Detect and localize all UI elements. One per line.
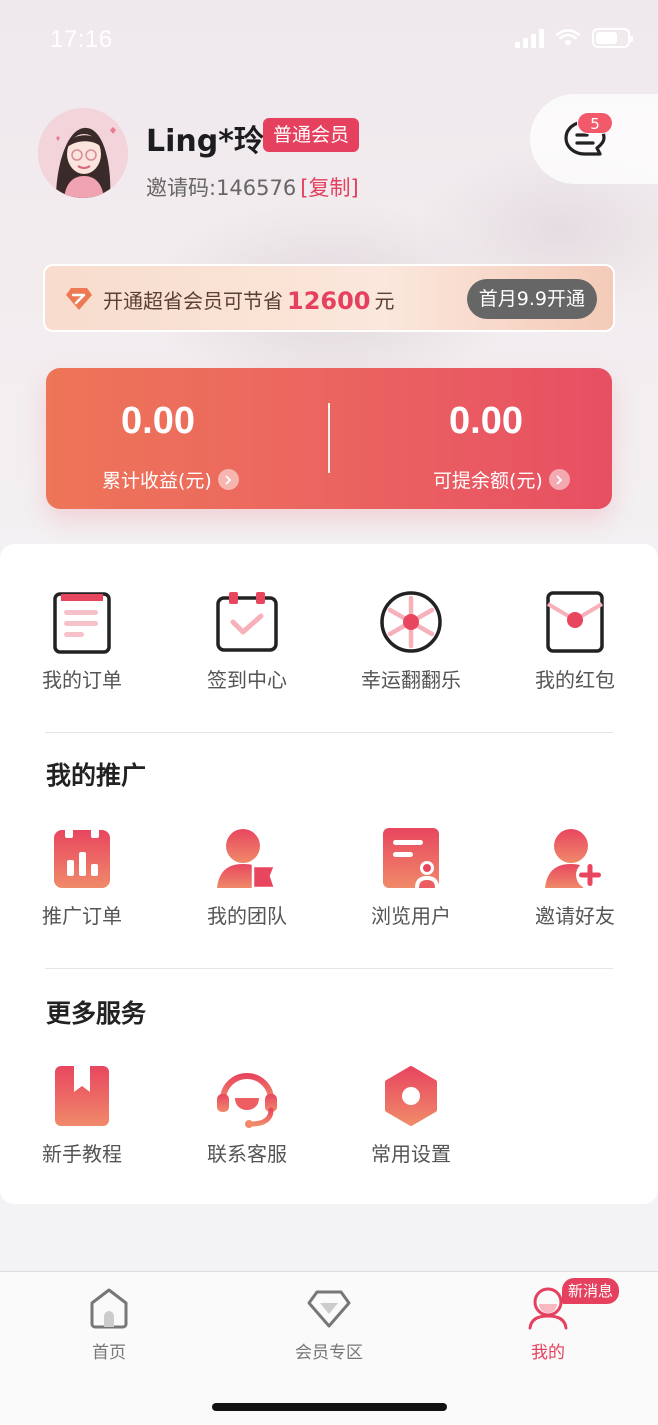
team-icon: [217, 829, 277, 890]
tab-home[interactable]: 首页: [44, 1286, 174, 1363]
promo-order-icon: [54, 826, 110, 888]
withdrawable-label-row[interactable]: 可提余额(元): [433, 466, 570, 493]
section-divider: [45, 732, 613, 733]
tutorial-book-icon: [55, 1066, 109, 1126]
withdrawable-label: 可提余额(元): [433, 470, 543, 492]
home-icon: [90, 1288, 128, 1329]
status-time: 17:16: [50, 26, 113, 53]
promotion-orders[interactable]: 推广订单: [7, 826, 157, 929]
tab-label: 我的: [531, 1343, 565, 1363]
service-item-label: 联系客服: [207, 1142, 287, 1166]
copy-invite-code-button[interactable]: [复制]: [300, 176, 358, 200]
earnings-card: 0.00 累计收益(元) 0.00 可提余额(元): [46, 368, 612, 509]
promotion-item-label: 邀请好友: [535, 904, 615, 928]
vip-upgrade-banner[interactable]: 开通超省会员可节省 12600 元 首月9.9开通: [43, 264, 615, 332]
red-envelope-icon: [546, 591, 604, 653]
tab-label: 首页: [92, 1343, 126, 1363]
quick-action-check-in[interactable]: 签到中心: [172, 590, 322, 693]
browse-user-icon: [383, 828, 439, 888]
invite-code-row: 邀请码:146576 [复制]: [146, 172, 359, 202]
total-earnings-label-row[interactable]: 累计收益(元): [102, 466, 239, 493]
calendar-check-icon: [216, 592, 278, 652]
service-tutorial[interactable]: 新手教程: [7, 1064, 157, 1167]
battery-icon: [592, 28, 633, 48]
withdrawable-balance-value: 0.00: [449, 400, 523, 442]
section-divider: [45, 968, 613, 969]
promotion-item-label: 推广订单: [42, 904, 122, 928]
avatar-illustration: [38, 108, 128, 198]
promotion-my-team[interactable]: 我的团队: [172, 826, 322, 929]
avatar[interactable]: [38, 108, 128, 198]
home-indicator: [212, 1403, 447, 1411]
quick-action-red-envelope[interactable]: 我的红包: [500, 590, 650, 693]
quick-action-label: 签到中心: [207, 668, 287, 692]
promotion-item-label: 我的团队: [207, 904, 287, 928]
vip-open-button[interactable]: 首月9.9开通: [466, 279, 597, 319]
service-item-label: 新手教程: [42, 1142, 122, 1166]
message-count-badge: 5: [577, 112, 613, 134]
chevron-right-icon: [548, 469, 570, 490]
features-card: 我的订单 签到中心 幸运翻翻乐 我的红包 我的推广 推广订单 我的团队 浏览用户…: [0, 544, 658, 1204]
status-icons: [515, 28, 633, 48]
total-earnings[interactable]: 0.00 累计收益(元): [46, 368, 329, 509]
service-item-label: 常用设置: [371, 1142, 451, 1166]
promotion-section-title: 我的推广: [46, 761, 147, 790]
promotion-browse-users[interactable]: 浏览用户: [336, 826, 486, 929]
tab-label: 会员专区: [295, 1343, 363, 1363]
quick-action-label: 幸运翻翻乐: [361, 668, 461, 692]
service-customer-support[interactable]: 联系客服: [172, 1064, 322, 1167]
signal-icon: [515, 28, 544, 48]
promotion-invite-friends[interactable]: 邀请好友: [500, 826, 650, 929]
lucky-wheel-icon: [380, 591, 442, 653]
vip-diamond-icon: [66, 288, 92, 310]
quick-action-lucky-flip[interactable]: 幸运翻翻乐: [336, 590, 486, 693]
username: Ling*玲: [146, 124, 264, 159]
total-earnings-label: 累计收益(元): [102, 470, 212, 492]
member-level-badge[interactable]: 普通会员: [263, 118, 360, 152]
diamond-icon: [307, 1290, 351, 1328]
withdrawable-balance[interactable]: 0.00 可提余额(元): [329, 368, 612, 509]
invite-code: 邀请码:146576: [146, 176, 297, 200]
services-section-title: 更多服务: [46, 999, 147, 1028]
chevron-right-icon: [217, 469, 239, 490]
vip-saving-unit: 元: [374, 289, 395, 313]
service-settings[interactable]: 常用设置: [336, 1064, 486, 1167]
quick-action-label: 我的订单: [42, 668, 122, 692]
headset-icon: [217, 1073, 277, 1128]
wifi-icon: [556, 29, 580, 46]
vip-banner-message: 开通超省会员可节省: [103, 289, 283, 313]
invite-friend-icon: [545, 829, 604, 889]
order-icon: [53, 592, 111, 654]
promotion-item-label: 浏览用户: [371, 904, 451, 928]
settings-icon: [385, 1066, 437, 1126]
status-bar: 17:16: [0, 0, 658, 80]
bottom-tab-bar: 首页 会员专区 我的: [0, 1271, 658, 1425]
quick-action-my-orders[interactable]: 我的订单: [7, 590, 157, 693]
vip-saving-amount: 12600: [287, 287, 371, 315]
new-message-badge: 新消息: [562, 1278, 620, 1304]
tab-vip-zone[interactable]: 会员专区: [264, 1286, 394, 1363]
vip-banner-text: 开通超省会员可节省 12600 元: [103, 285, 395, 315]
quick-action-label: 我的红包: [535, 668, 615, 692]
total-earnings-value: 0.00: [121, 400, 195, 442]
